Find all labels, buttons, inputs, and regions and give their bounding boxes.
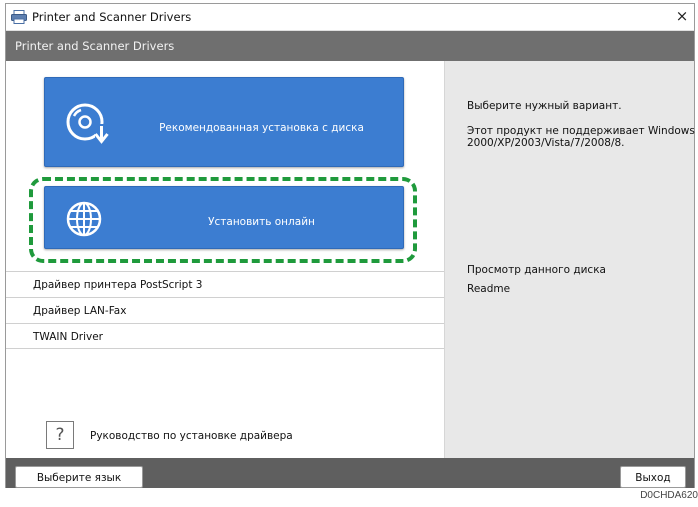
header-bar: Printer and Scanner Drivers bbox=[6, 31, 694, 61]
printer-icon bbox=[11, 10, 27, 24]
install-from-disc-label: Рекомендованная установка с диска bbox=[159, 122, 364, 134]
highlight-marker bbox=[29, 177, 417, 263]
readme-link[interactable]: Readme bbox=[467, 283, 510, 295]
info-prompt: Выберите нужный вариант. bbox=[467, 100, 622, 112]
figure-code: D0CHDA620 bbox=[640, 490, 698, 501]
installer-window: Printer and Scanner Drivers × Printer an… bbox=[5, 3, 695, 488]
title-bar: Printer and Scanner Drivers × bbox=[6, 4, 694, 31]
info-panel: Выберите нужный вариант. Этот продукт не… bbox=[445, 61, 695, 458]
driver-list: Драйвер принтера PostScript 3 Драйвер LA… bbox=[6, 271, 444, 349]
driver-item-twain[interactable]: TWAIN Driver bbox=[6, 323, 444, 349]
info-notice-line-2: 2000/XP/2003/Vista/7/2008/8. bbox=[467, 137, 625, 149]
install-guide-label[interactable]: Руководство по установке драйвера bbox=[90, 430, 293, 442]
close-icon[interactable]: × bbox=[674, 7, 690, 25]
footer-bar: Выберите язык Выход bbox=[6, 458, 694, 488]
help-question-icon[interactable]: ? bbox=[46, 421, 74, 449]
driver-item-postscript[interactable]: Драйвер принтера PostScript 3 bbox=[6, 271, 444, 297]
info-notice-line-1: Этот продукт не поддерживает Windows bbox=[467, 125, 695, 137]
exit-button[interactable]: Выход bbox=[620, 466, 686, 488]
install-from-disc-button[interactable]: Рекомендованная установка с диска bbox=[44, 77, 404, 167]
browse-disc-link[interactable]: Просмотр данного диска bbox=[467, 264, 606, 276]
main-content: Рекомендованная установка с диска Устано… bbox=[6, 61, 695, 458]
disc-download-icon bbox=[65, 102, 111, 146]
header-title: Printer and Scanner Drivers bbox=[15, 39, 175, 53]
driver-item-lan-fax[interactable]: Драйвер LAN-Fax bbox=[6, 297, 444, 323]
select-language-button[interactable]: Выберите язык bbox=[15, 466, 143, 488]
window-title: Printer and Scanner Drivers bbox=[32, 10, 192, 24]
options-panel: Рекомендованная установка с диска Устано… bbox=[6, 61, 445, 458]
